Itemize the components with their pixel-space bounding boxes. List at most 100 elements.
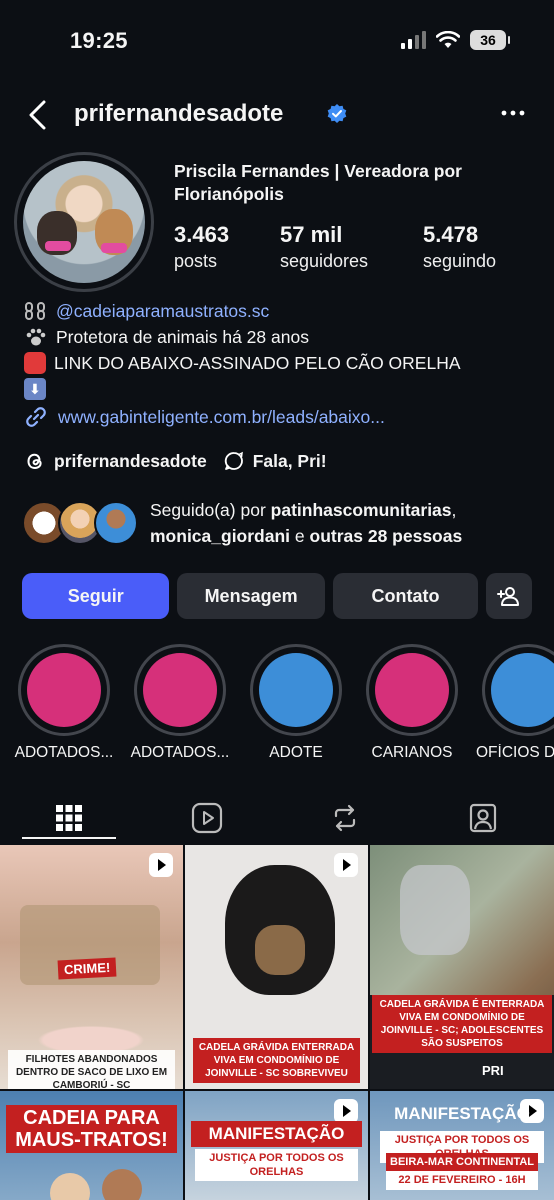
bio-mention-link[interactable]: @cadeiaparamaustratos.sc (56, 299, 269, 324)
separator: , (451, 500, 457, 520)
bio-link[interactable]: www.gabinteligente.com.br/leads/abaixo..… (24, 405, 385, 429)
follow-button[interactable]: Seguir (22, 573, 170, 619)
post-title: MANIFESTAÇÃO (191, 1121, 362, 1147)
bio-text-line: LINK DO ABAIXO-ASSINADO PELO CÃO ORELHA (54, 352, 461, 373)
post-subtitle: JUSTIÇA POR TODOS OS ORELHAS (195, 1149, 358, 1181)
grid-icon (56, 805, 82, 831)
highlight-cover (491, 653, 554, 727)
tab-reposts[interactable] (276, 796, 414, 840)
message-button[interactable]: Mensagem (177, 573, 325, 619)
highlight-cover (27, 653, 101, 727)
threads-row: prifernandesadote Fala, Pri! (24, 450, 327, 472)
status-time: 19:25 (70, 28, 128, 53)
highlight-item[interactable]: ADOTADOS... (6, 644, 122, 762)
highlight-label: CARIANOS (371, 744, 453, 761)
profile-actions: Seguir Mensagem Contato (22, 573, 532, 619)
threads-icon[interactable] (24, 450, 46, 472)
link-icon (26, 407, 46, 427)
back-icon[interactable] (24, 98, 54, 132)
profile-stats: 3.463 posts 57 mil seguidores 5.478 segu… (174, 222, 544, 274)
post-thumbnail[interactable]: CADEIA PARA MAUS-TRATOS! (0, 1091, 183, 1200)
follower-avatars (22, 501, 140, 545)
threads-handle[interactable]: prifernandesadote (54, 451, 207, 472)
contact-button[interactable]: Contato (332, 573, 479, 619)
profile-username: prifernandesadote (74, 100, 284, 127)
avatar (94, 501, 138, 545)
highlight-cover (259, 653, 333, 727)
chain-icon (25, 302, 45, 320)
followed-by-text: Seguido(a) por patinhascomunitarias, mon… (150, 497, 540, 549)
tab-tagged[interactable] (414, 796, 552, 840)
reel-icon (149, 853, 173, 877)
followed-prefix: Seguido(a) por (150, 500, 271, 520)
stat-label: posts (174, 251, 218, 271)
siren-icon (24, 352, 46, 374)
post-thumbnail[interactable]: CADELA GRÁVIDA ENTERRADA VIVA EM CONDOMÍ… (185, 845, 368, 1089)
reel-icon (334, 853, 358, 877)
bio-link-url[interactable]: www.gabinteligente.com.br/leads/abaixo..… (58, 407, 385, 428)
stat-followers[interactable]: 57 mil seguidores (280, 222, 423, 274)
arrow-down-icon: ⬇ (24, 378, 46, 400)
stat-value: 57 mil (280, 222, 343, 247)
signal-icon (401, 31, 426, 49)
profile-header: prifernandesadote (0, 90, 554, 140)
highlight-item[interactable]: OFÍCIOS D (470, 644, 554, 762)
highlight-item[interactable]: CARIANOS (354, 644, 470, 762)
profile-avatar[interactable] (14, 152, 154, 292)
avatar-photo (23, 161, 145, 283)
reels-icon (191, 802, 223, 834)
suggested-users-button[interactable] (486, 573, 532, 619)
post-thumbnail[interactable]: MANIFESTAÇÃO JUSTIÇA POR TODOS OS ORELHA… (185, 1091, 368, 1200)
post-title: MANIFESTAÇÃO (394, 1104, 530, 1123)
tagged-user-icon (469, 803, 497, 833)
profile-bio: @cadeiaparamaustratos.sc Protetora de an… (24, 298, 544, 402)
post-date: 22 DE FEVEREIRO - 16H (386, 1171, 538, 1190)
reel-icon (334, 1099, 358, 1123)
profile-full-name: Priscila Fernandes | Vereadora por Flori… (174, 161, 462, 204)
highlight-label: ADOTADOS... (14, 744, 114, 761)
post-caption: CADELA GRÁVIDA É ENTERRADA VIVA EM CONDO… (372, 995, 552, 1053)
bio-text-line: Protetora de animais há 28 anos (56, 326, 309, 347)
verified-badge-icon (327, 104, 347, 123)
post-thumbnail[interactable]: CRIME! FILHOTES ABANDONADOS DENTRO DE SA… (0, 845, 183, 1089)
highlight-cover (143, 653, 217, 727)
status-icons: 36 (401, 30, 510, 50)
status-bar: 19:25 36 (0, 0, 554, 80)
post-location: BEIRA-MAR CONTINENTAL (386, 1153, 538, 1172)
profile-tabs (0, 790, 554, 842)
post-caption: FILHOTES ABANDONADOS DENTRO DE SACO DE L… (8, 1050, 175, 1089)
followed-by[interactable]: Seguido(a) por patinhascomunitarias, mon… (22, 497, 542, 551)
story-highlights: ADOTADOS... ADOTADOS... ADOTE CARIANOS O… (0, 644, 554, 764)
stat-posts[interactable]: 3.463 posts (174, 222, 280, 274)
stat-label: seguindo (423, 251, 497, 271)
wifi-icon (436, 31, 460, 48)
post-thumbnail[interactable]: CADELA GRÁVIDA É ENTERRADA VIVA EM CONDO… (370, 845, 554, 1089)
conjunction: e (290, 526, 310, 546)
stat-label: seguidores (280, 251, 369, 271)
channel-name[interactable]: Fala, Pri! (253, 451, 327, 472)
highlight-cover (375, 653, 449, 727)
stat-value: 3.463 (174, 222, 230, 247)
highlight-label: OFÍCIOS D (476, 744, 554, 761)
tab-grid[interactable] (0, 796, 138, 840)
highlight-label: ADOTADOS... (130, 744, 230, 761)
paw-icon (26, 328, 46, 346)
add-user-icon (497, 587, 520, 606)
follower-username[interactable]: patinhascomunitarias (271, 500, 452, 520)
post-thumbnail[interactable]: MANIFESTAÇÃO JUSTIÇA POR TODOS OS ORELHA… (370, 1091, 554, 1200)
chat-bubble-icon (224, 451, 243, 470)
posts-grid: CRIME! FILHOTES ABANDONADOS DENTRO DE SA… (0, 845, 554, 1200)
highlight-label: ADOTE (269, 744, 323, 761)
post-logo: PRI (482, 1063, 504, 1078)
stat-following[interactable]: 5.478 seguindo (423, 222, 496, 274)
more-options-icon[interactable] (500, 100, 526, 126)
highlight-item[interactable]: ADOTE (238, 644, 354, 762)
highlight-item[interactable]: ADOTADOS... (122, 644, 238, 762)
post-tag: CRIME! (57, 957, 117, 980)
tab-reels[interactable] (138, 796, 276, 840)
repost-icon (334, 804, 356, 832)
active-tab-indicator (22, 837, 116, 839)
battery-indicator: 36 (470, 30, 510, 50)
follower-username[interactable]: monica_giordani (150, 526, 290, 546)
other-followers[interactable]: outras 28 pessoas (310, 526, 463, 546)
